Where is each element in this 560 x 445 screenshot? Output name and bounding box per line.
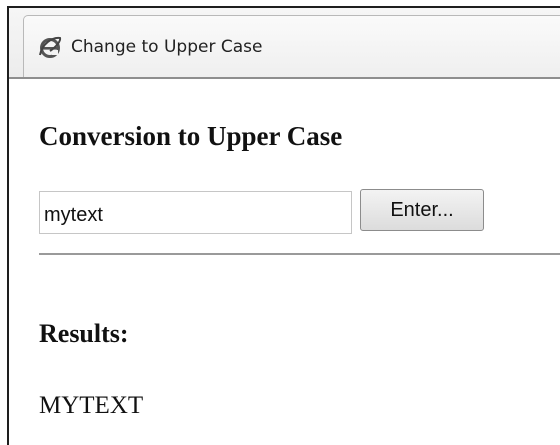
tab-bar: Change to Upper Case xyxy=(9,8,560,79)
results-heading: Results: xyxy=(39,319,129,348)
browser-window: Change to Upper Case Conversion to Upper… xyxy=(7,6,560,445)
browser-tab[interactable]: Change to Upper Case xyxy=(23,15,560,77)
page-title: Conversion to Upper Case xyxy=(39,121,343,151)
page-content: Conversion to Upper Case Enter... Result… xyxy=(9,79,560,445)
divider xyxy=(39,253,560,255)
internet-explorer-icon xyxy=(38,35,62,59)
tab-title: Change to Upper Case xyxy=(71,37,263,57)
result-value: MYTEXT xyxy=(39,392,144,419)
text-input[interactable] xyxy=(39,191,352,234)
enter-button[interactable]: Enter... xyxy=(360,189,484,231)
